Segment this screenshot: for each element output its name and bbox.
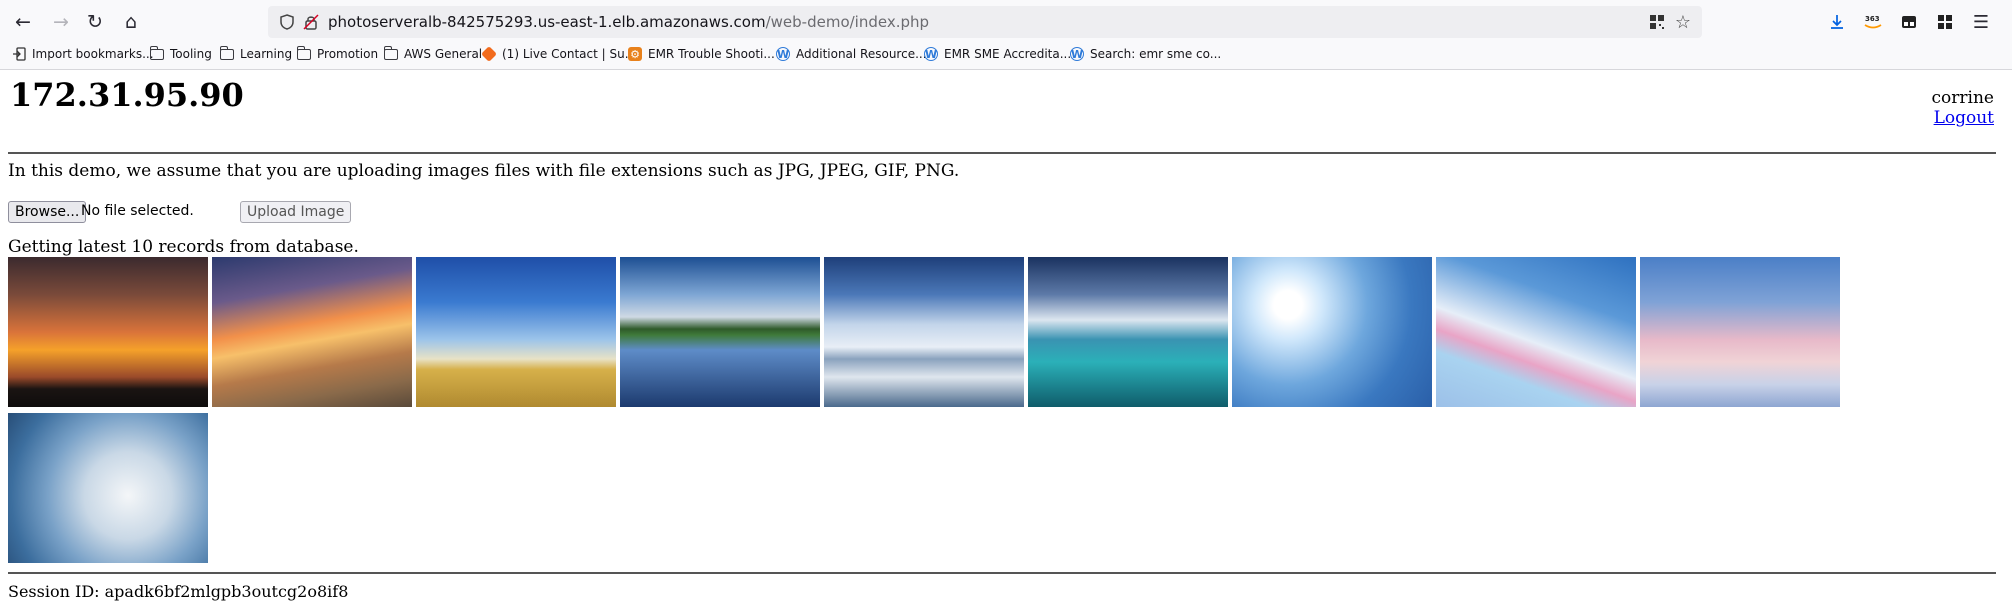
bookmark-label: Additional Resource... <box>796 47 927 61</box>
menu-icon[interactable]: ☰ <box>1968 9 1994 35</box>
back-icon[interactable]: ← <box>9 8 37 36</box>
logout-link[interactable]: Logout <box>1934 108 1994 128</box>
beach-sunset-photo <box>212 257 412 407</box>
bookmark-label: Import bookmarks... <box>32 47 154 61</box>
bookmark-emr-troubleshooting[interactable]: ⚙ EMR Trouble Shooti... <box>628 47 775 61</box>
bookmark-label: Learning <box>240 47 293 61</box>
amazon-extension-icon[interactable]: 363 <box>1860 9 1886 35</box>
url-path: /web-demo/index.php <box>765 13 930 31</box>
bookmark-tooling[interactable]: Tooling <box>149 45 212 61</box>
bookmark-label: EMR Trouble Shooti... <box>648 47 775 61</box>
reload-icon[interactable]: ↻ <box>81 8 109 36</box>
page-content: 172.31.95.90 corrine Logout In this demo… <box>0 70 2012 614</box>
bookmark-label: EMR SME Accredita... <box>944 47 1072 61</box>
storm-clouds-photo <box>8 413 208 563</box>
username: corrine <box>1931 88 1994 108</box>
download-icon[interactable] <box>1824 9 1850 35</box>
bookmark-live-contact[interactable]: (1) Live Contact | Su... <box>481 46 637 62</box>
folder-icon <box>149 45 164 61</box>
bookmark-label: AWS General <box>404 47 483 61</box>
bookmark-emr-sme[interactable]: W EMR SME Accredita... <box>924 47 1071 61</box>
bookmark-promotion[interactable]: Promotion <box>296 45 379 61</box>
bookmark-aws-general[interactable]: AWS General <box>383 45 483 61</box>
extensions-icon[interactable] <box>1932 9 1958 35</box>
browser-toolbar: ← → ↻ ⌂ photoserveralb-842575293.us-east… <box>0 0 2012 42</box>
bookmark-label: Tooling <box>170 47 212 61</box>
home-icon[interactable]: ⌂ <box>117 8 145 36</box>
session-id: Session ID: apadk6bf2mlgpb3outcg2o8if8 <box>8 582 349 601</box>
reef-clouds-photo <box>1028 257 1228 407</box>
folder-icon <box>383 45 398 61</box>
pier-clouds-photo <box>824 257 1024 407</box>
bookmark-learning[interactable]: Learning <box>219 45 293 61</box>
sun-clouds-photo <box>1232 257 1432 407</box>
sunset-skyline-photo <box>8 257 208 407</box>
url-host: photoserveralb-842575293.us-east-1.elb.a… <box>328 13 766 31</box>
wiki-icon: W <box>1070 47 1084 61</box>
wiki-icon: W <box>924 47 938 61</box>
star-icon[interactable]: ☆ <box>1672 10 1694 34</box>
folder-icon <box>219 45 234 61</box>
soft-clouds-photo <box>1640 257 1840 407</box>
orange-cube-icon <box>481 46 497 62</box>
upload-image-button[interactable]: Upload Image <box>240 201 352 223</box>
road-sky-photo <box>416 257 616 407</box>
no-file-label: No file selected. <box>81 203 194 219</box>
browse-button[interactable]: Browse... <box>8 201 87 223</box>
bookmarks-bar: Import bookmarks... Tooling Learning Pro… <box>0 42 2012 70</box>
bookmark-label: (1) Live Contact | Su... <box>502 47 637 61</box>
divider <box>8 572 1996 574</box>
emr-icon: ⚙ <box>628 47 642 61</box>
bookmark-additional-resources[interactable]: W Additional Resource... <box>776 47 927 61</box>
bookmark-search-emr[interactable]: W Search: emr sme co... <box>1070 47 1221 61</box>
address-bar[interactable]: photoserveralb-842575293.us-east-1.elb.a… <box>268 6 1702 38</box>
bookmark-label: Promotion <box>317 47 379 61</box>
lake-reflection-photo <box>620 257 820 407</box>
insecure-lock-icon[interactable] <box>300 10 322 34</box>
divider <box>8 152 1996 154</box>
folder-icon <box>296 45 311 61</box>
url-text[interactable]: photoserveralb-842575293.us-east-1.elb.a… <box>328 13 929 31</box>
user-block: corrine Logout <box>1932 88 1994 128</box>
rainbow-clouds-photo <box>1436 257 1636 407</box>
intro-text: In this demo, we assume that you are upl… <box>8 161 960 181</box>
container-icon[interactable] <box>1896 9 1922 35</box>
qr-code-icon[interactable] <box>1646 10 1668 34</box>
import-icon <box>12 47 26 61</box>
bookmark-label: Search: emr sme co... <box>1090 47 1222 61</box>
bookmark-import[interactable]: Import bookmarks... <box>12 47 154 61</box>
shield-icon[interactable] <box>276 10 298 34</box>
svg-text:363: 363 <box>1865 15 1880 23</box>
wiki-icon: W <box>776 47 790 61</box>
records-label: Getting latest 10 records from database. <box>8 237 359 257</box>
host-ip-title: 172.31.95.90 <box>10 76 244 114</box>
forward-icon[interactable]: → <box>47 8 75 36</box>
